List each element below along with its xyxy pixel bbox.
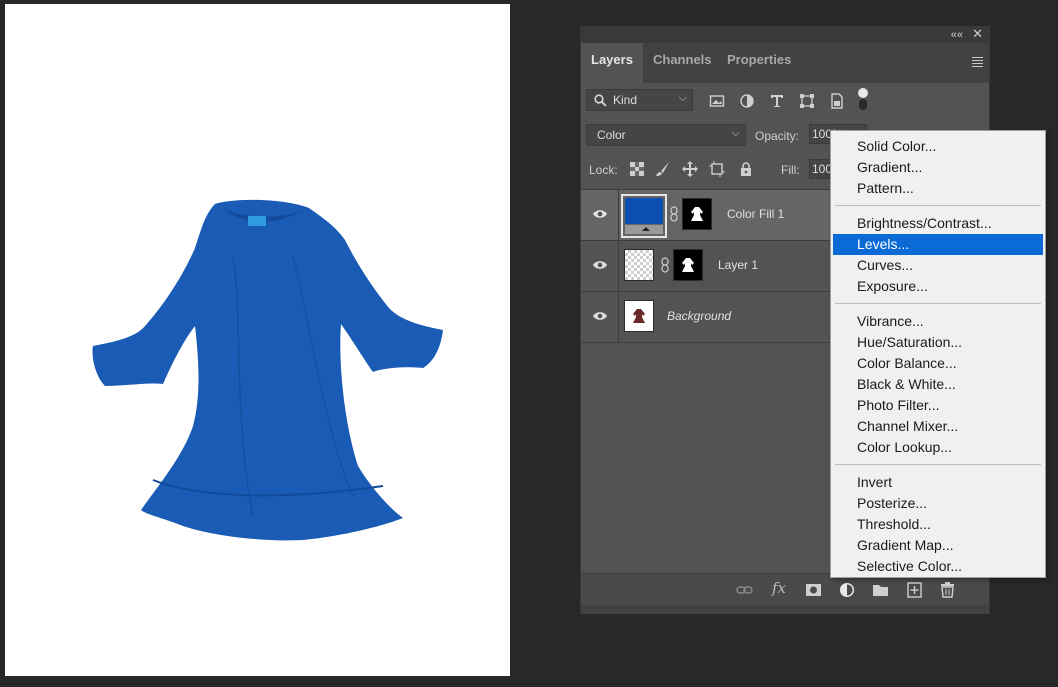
adjustment-layer-icon[interactable] — [839, 582, 856, 598]
visibility-toggle[interactable] — [581, 292, 619, 342]
menu-separator — [835, 303, 1041, 304]
visibility-toggle[interactable] — [581, 190, 619, 240]
menu-item-selective-color[interactable]: Selective Color... — [833, 556, 1043, 577]
panel-tabs: Layers Channels Properties — [581, 43, 989, 83]
mask-thumbnail[interactable] — [682, 198, 712, 230]
search-icon — [594, 94, 607, 107]
dress-mask-icon — [691, 207, 703, 221]
dress-mask-icon — [682, 258, 694, 272]
adjustment-filter-icon[interactable] — [739, 93, 755, 109]
tab-channels[interactable]: Channels — [643, 43, 722, 83]
panel-title-bar: «« ✕ — [581, 26, 989, 43]
filter-toggle-icon[interactable] — [857, 87, 869, 111]
link-icon[interactable] — [670, 206, 678, 222]
menu-item-pattern[interactable]: Pattern... — [833, 178, 1043, 199]
eye-icon — [593, 261, 607, 269]
blend-mode-value: Color — [597, 128, 626, 142]
eye-icon — [593, 312, 607, 320]
fill-swatch-footer — [625, 225, 663, 234]
document-canvas[interactable] — [5, 4, 510, 676]
lock-all-icon[interactable] — [738, 161, 754, 177]
menu-item-color-balance[interactable]: Color Balance... — [833, 353, 1043, 374]
opacity-label: Opacity: — [755, 129, 800, 143]
menu-separator — [835, 464, 1041, 465]
menu-item-invert[interactable]: Invert — [833, 472, 1043, 493]
dress-thumbnail-icon — [633, 309, 645, 323]
menu-item-black-white[interactable]: Black & White... — [833, 374, 1043, 395]
menu-item-levels[interactable]: Levels... — [833, 234, 1043, 255]
fx-icon[interactable]: fx — [772, 579, 786, 597]
menu-item-photo-filter[interactable]: Photo Filter... — [833, 395, 1043, 416]
menu-item-channel-mixer[interactable]: Channel Mixer... — [833, 416, 1043, 437]
group-folder-icon[interactable] — [872, 582, 889, 598]
menu-item-threshold[interactable]: Threshold... — [833, 514, 1043, 535]
menu-item-solid-color[interactable]: Solid Color... — [833, 136, 1043, 157]
dress-image — [92, 199, 443, 541]
close-icon[interactable]: ✕ — [972, 26, 983, 42]
layer-name[interactable]: Layer 1 — [718, 258, 758, 272]
fill-thumbnail-frame[interactable] — [621, 194, 667, 238]
menu-item-posterize[interactable]: Posterize... — [833, 493, 1043, 514]
type-filter-icon[interactable] — [769, 93, 785, 109]
filter-kind-label: Kind — [613, 93, 638, 107]
lock-artboard-icon[interactable] — [709, 161, 725, 177]
pixel-filter-icon[interactable] — [709, 93, 725, 109]
menu-item-color-lookup[interactable]: Color Lookup... — [833, 437, 1043, 458]
background-thumbnail[interactable] — [624, 300, 654, 332]
menu-item-brightness-contrast[interactable]: Brightness/Contrast... — [833, 213, 1043, 234]
filter-kind-select[interactable]: Kind ⌵ — [586, 89, 693, 111]
menu-item-curves[interactable]: Curves... — [833, 255, 1043, 276]
panel-resize-handle[interactable] — [581, 605, 989, 614]
collapse-icon[interactable]: «« — [951, 27, 963, 43]
lock-image-pixels-icon[interactable] — [655, 161, 671, 177]
fill-label: Fill: — [781, 163, 800, 177]
new-layer-icon[interactable] — [906, 582, 923, 598]
lock-position-icon[interactable] — [682, 161, 698, 177]
eye-icon — [593, 210, 607, 218]
tab-layers[interactable]: Layers — [581, 43, 643, 83]
add-mask-icon[interactable] — [805, 582, 822, 598]
menu-item-hue-saturation[interactable]: Hue/Saturation... — [833, 332, 1043, 353]
menu-item-vibrance[interactable]: Vibrance... — [833, 311, 1043, 332]
trash-icon[interactable] — [939, 582, 956, 598]
blend-mode-select[interactable]: Color ⌵ — [586, 124, 746, 146]
menu-item-exposure[interactable]: Exposure... — [833, 276, 1043, 297]
tab-properties[interactable]: Properties — [717, 43, 801, 83]
visibility-toggle[interactable] — [581, 241, 619, 291]
chevron-down-icon: ⌵ — [678, 92, 687, 104]
adjustment-layer-menu: Solid Color... Gradient... Pattern... Brigh… — [830, 130, 1046, 578]
menu-item-gradient[interactable]: Gradient... — [833, 157, 1043, 178]
mask-thumbnail[interactable] — [673, 249, 703, 281]
layer-thumbnail[interactable] — [624, 249, 654, 281]
lock-transparent-pixels-icon[interactable] — [629, 161, 645, 177]
panel-menu-icon[interactable] — [972, 55, 983, 69]
menu-separator — [835, 205, 1041, 206]
shape-filter-icon[interactable] — [799, 93, 815, 109]
link-icon[interactable] — [661, 257, 669, 273]
menu-item-gradient-map[interactable]: Gradient Map... — [833, 535, 1043, 556]
layer-name[interactable]: Color Fill 1 — [727, 207, 784, 221]
lock-label: Lock: — [589, 163, 618, 177]
link-layers-icon[interactable] — [736, 582, 753, 598]
fill-color-swatch — [625, 198, 663, 224]
smart-object-filter-icon[interactable] — [829, 93, 845, 109]
chevron-down-icon: ⌵ — [731, 127, 740, 139]
layer-name[interactable]: Background — [667, 309, 731, 323]
filter-row: Kind ⌵ — [581, 83, 989, 119]
